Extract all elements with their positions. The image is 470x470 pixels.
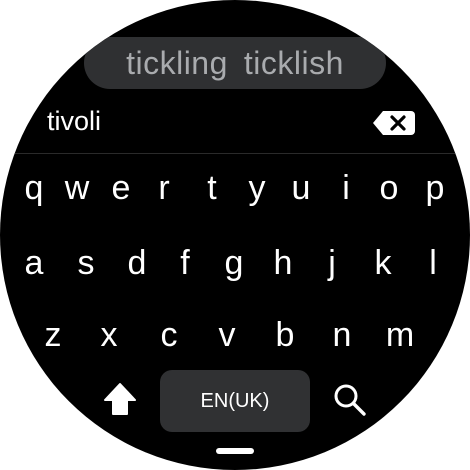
watch-screen: tickling ticklish tivoli q w e r t y u i… — [0, 0, 470, 470]
key-r[interactable]: r — [144, 165, 184, 215]
suggestion-bar: tickling ticklish — [84, 37, 386, 89]
key-w[interactable]: w — [57, 165, 97, 215]
home-indicator[interactable] — [216, 448, 254, 454]
key-a[interactable]: a — [14, 240, 54, 290]
key-s[interactable]: s — [66, 240, 106, 290]
key-b[interactable]: b — [265, 312, 305, 362]
key-e[interactable]: e — [101, 165, 141, 215]
key-g[interactable]: g — [214, 240, 254, 290]
keyboard-row-3: z x c v b n m — [0, 312, 470, 362]
key-f[interactable]: f — [165, 240, 205, 290]
key-n[interactable]: n — [322, 312, 362, 362]
language-label: EN(UK) — [200, 389, 270, 412]
key-m[interactable]: m — [380, 312, 420, 362]
key-j[interactable]: j — [312, 240, 352, 290]
shift-arrow-up-icon[interactable] — [100, 380, 140, 420]
key-q[interactable]: q — [14, 165, 54, 215]
key-z[interactable]: z — [33, 312, 73, 362]
divider — [10, 153, 460, 154]
key-u[interactable]: u — [281, 165, 321, 215]
suggestion-item[interactable]: ticklish — [244, 45, 344, 82]
suggestion-item[interactable]: tickling — [126, 45, 228, 82]
keyboard-row-2: a s d f g h j k l — [0, 240, 470, 290]
key-k[interactable]: k — [363, 240, 403, 290]
key-t[interactable]: t — [192, 165, 232, 215]
language-key[interactable]: EN(UK) — [160, 370, 310, 432]
key-h[interactable]: h — [263, 240, 303, 290]
keyboard-row-1: q w e r t y u i o p — [0, 165, 470, 215]
key-x[interactable]: x — [89, 312, 129, 362]
input-text[interactable]: tivoli — [47, 106, 101, 137]
key-c[interactable]: c — [149, 312, 189, 362]
key-p[interactable]: p — [415, 165, 455, 215]
backspace-icon[interactable] — [372, 110, 416, 136]
key-l[interactable]: l — [413, 240, 453, 290]
key-y[interactable]: y — [237, 165, 277, 215]
key-i[interactable]: i — [326, 165, 366, 215]
text-input-row[interactable]: tivoli — [0, 100, 470, 152]
key-o[interactable]: o — [369, 165, 409, 215]
key-d[interactable]: d — [117, 240, 157, 290]
search-icon[interactable] — [330, 380, 370, 420]
key-v[interactable]: v — [207, 312, 247, 362]
